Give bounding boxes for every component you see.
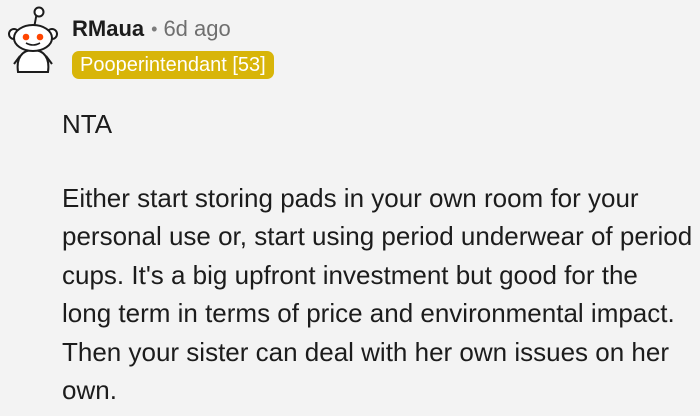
comment-paragraph: Either start storing pads in your own ro… bbox=[62, 182, 693, 406]
comment: RMaua • 6d ago Pooperintendant [53] NTA … bbox=[0, 0, 700, 416]
username-link[interactable]: RMaua bbox=[72, 16, 144, 42]
comment-meta: RMaua • 6d ago bbox=[72, 14, 231, 44]
user-flair-badge: Pooperintendant [53] bbox=[72, 51, 274, 79]
snoo-avatar-icon[interactable] bbox=[4, 4, 62, 74]
comment-body: NTA Either start storing pads in your ow… bbox=[62, 105, 694, 410]
comment-paragraph: NTA bbox=[62, 109, 113, 139]
timestamp-link[interactable]: 6d ago bbox=[163, 16, 230, 42]
meta-separator: • bbox=[151, 18, 158, 39]
